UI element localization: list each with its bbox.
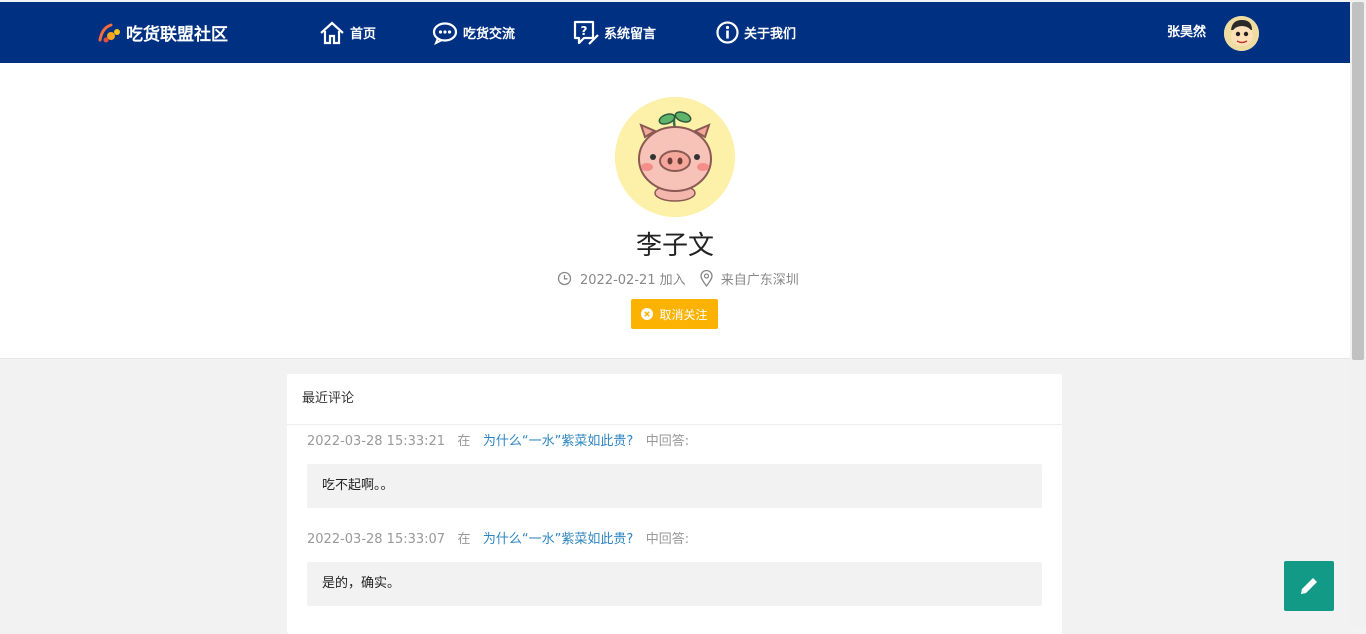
comment-pre: 在: [457, 532, 471, 547]
comment-text: 是的，确实。: [307, 562, 1042, 606]
pig-avatar-icon: [615, 97, 735, 217]
chat-icon: [432, 21, 458, 45]
comment-item: 2022-03-28 15:33:21 在 为什么“一水”紫菜如此贵? 中回答:…: [307, 432, 1042, 508]
info-icon: [716, 21, 739, 44]
location-pin-icon: [700, 270, 713, 287]
comment-meta: 2022-03-28 15:33:21 在 为什么“一水”紫菜如此贵? 中回答:: [307, 432, 1042, 452]
card-title: 最近评论: [287, 374, 1062, 425]
profile-name: 李子文: [635, 231, 714, 261]
brand-name: 吃货联盟社区: [126, 25, 228, 45]
home-icon: [320, 21, 344, 44]
location: 来自广东深圳: [720, 273, 799, 288]
unfollow-label: 取消关注: [659, 307, 708, 322]
pencil-icon: [1301, 578, 1317, 594]
user-avatar[interactable]: [1224, 16, 1259, 51]
comment-meta: 2022-03-28 15:33:07 在 为什么“一水”紫菜如此贵? 中回答:: [307, 530, 1042, 550]
cancel-circle-icon: [641, 308, 654, 320]
nav-item-label: 系统留言: [604, 27, 657, 42]
nav-item-about[interactable]: 关于我们: [715, 2, 796, 63]
profile-avatar[interactable]: [615, 97, 735, 217]
svg-text:?: ?: [581, 24, 588, 38]
join-date: 2022-02-21 加入: [580, 273, 686, 288]
comment-pre: 在: [457, 434, 471, 449]
nav-item-messages[interactable]: ? 系统留言: [572, 2, 656, 63]
brand-icon: [98, 23, 120, 42]
avatar-cartoon-icon: [1224, 16, 1259, 51]
comment-post: 中回答:: [645, 532, 690, 547]
comment-time: 2022-03-28 15:33:07: [307, 532, 446, 547]
nav-item-chat[interactable]: 吃货交流: [432, 2, 515, 63]
brand-logo[interactable]: 吃货联盟社区: [96, 2, 228, 63]
nav-item-label: 关于我们: [744, 27, 797, 42]
profile-header: 李子文 2022-02-21 加入 来自广东深圳 取消关注: [0, 63, 1350, 359]
clock-icon: [557, 271, 572, 286]
comment-topic-link[interactable]: 为什么“一水”紫菜如此贵?: [483, 434, 633, 449]
top-navbar: 吃货联盟社区 首页 吃货交流 ? 系统留言 关于我们 张昊然: [0, 2, 1350, 63]
current-user-name[interactable]: 张昊然: [1167, 2, 1206, 63]
nav-item-home[interactable]: 首页: [318, 2, 376, 63]
nav-item-label: 首页: [350, 27, 377, 42]
unfollow-button[interactable]: 取消关注: [631, 299, 718, 329]
nav-item-label: 吃货交流: [463, 27, 516, 42]
comment-time: 2022-03-28 15:33:21: [307, 434, 446, 449]
message-icon: ?: [573, 20, 599, 45]
comment-item: 2022-03-28 15:33:07 在 为什么“一水”紫菜如此贵? 中回答:…: [307, 530, 1042, 606]
edit-fab-button[interactable]: [1284, 561, 1334, 611]
scrollbar-thumb[interactable]: [1352, 2, 1364, 360]
recent-comments-card: 最近评论 2022-03-28 15:33:21 在 为什么“一水”紫菜如此贵?…: [287, 374, 1062, 634]
comment-topic-link[interactable]: 为什么“一水”紫菜如此贵?: [483, 532, 633, 547]
comment-post: 中回答:: [645, 434, 690, 449]
profile-meta: 2022-02-21 加入 来自广东深圳: [557, 269, 799, 288]
comment-text: 吃不起啊。。: [307, 464, 1042, 508]
